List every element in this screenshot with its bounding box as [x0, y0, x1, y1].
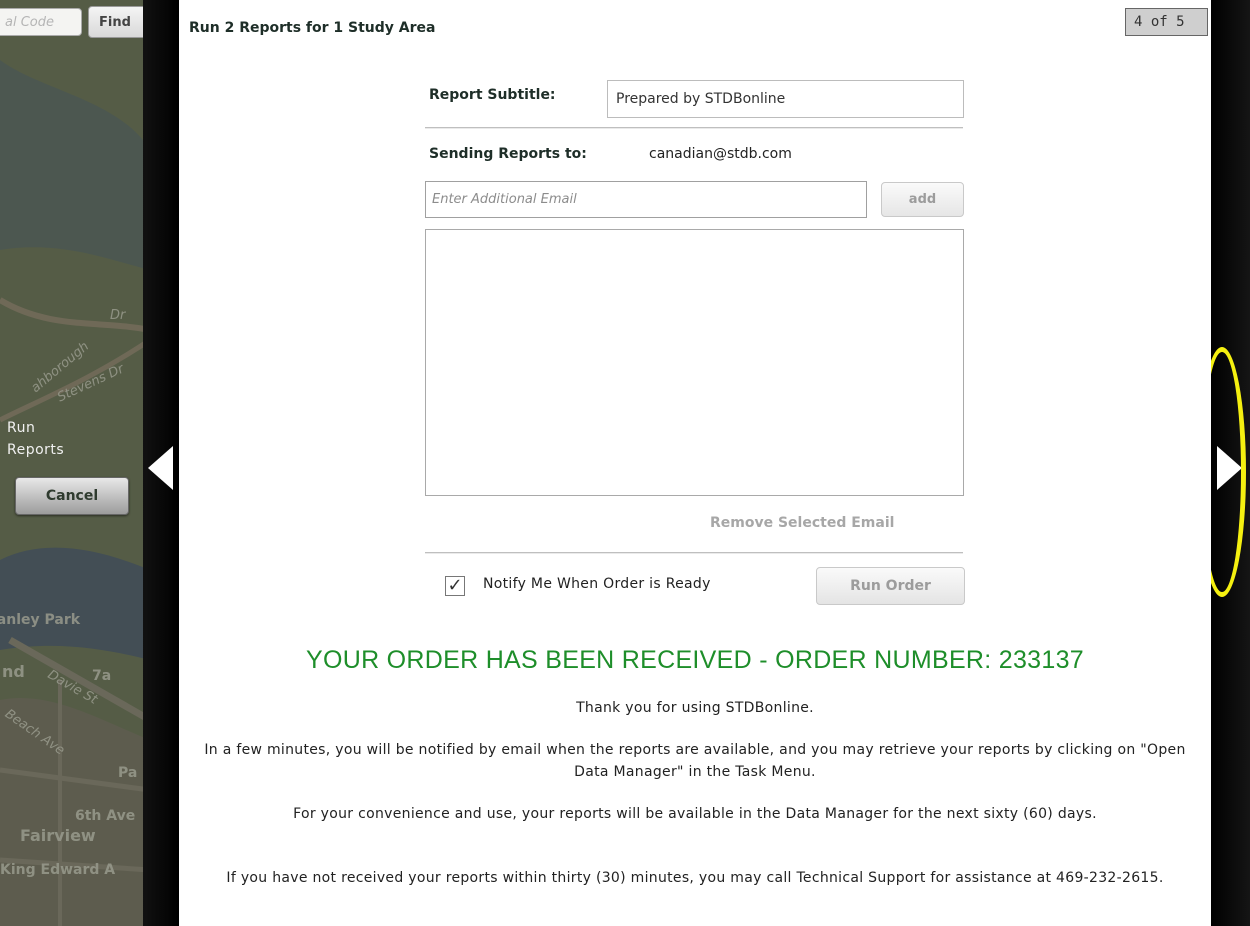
notification-text: In a few minutes, you will be notified b… [204, 742, 1186, 780]
run-reports-line: Run [7, 420, 36, 436]
remove-selected-email-button[interactable]: Remove Selected Email [710, 515, 894, 531]
run-reports-dialog: Run 2 Reports for 1 Study Area 4 of 5 Re… [179, 0, 1211, 926]
order-received-heading: YOUR ORDER HAS BEEN RECEIVED - ORDER NUM… [306, 646, 1084, 674]
report-subtitle-label: Report Subtitle: [429, 87, 556, 103]
triangle-left-icon[interactable] [148, 446, 173, 490]
run-order-button[interactable]: Run Order [816, 567, 965, 605]
dialog-title: Run 2 Reports for 1 Study Area [189, 20, 436, 36]
postal-code-input[interactable]: al Code [0, 8, 82, 36]
run-reports-label: Run Reports [7, 417, 64, 461]
find-button[interactable]: Find [88, 6, 150, 38]
report-subtitle-input[interactable]: Prepared by STDBonline [607, 80, 964, 118]
email-list[interactable] [425, 229, 964, 496]
availability-text: For your convenience and use, your repor… [293, 806, 1097, 822]
page-counter: 4 of 5 [1125, 8, 1208, 36]
thank-you-text: Thank you for using STDBonline. [576, 700, 814, 716]
cancel-button[interactable]: Cancel [15, 477, 129, 515]
sending-reports-label: Sending Reports to: [429, 146, 587, 162]
support-text: If you have not received your reports wi… [226, 870, 1164, 886]
notify-label: Notify Me When Order is Ready [483, 576, 711, 592]
run-reports-line: Reports [7, 442, 65, 458]
notify-checkbox[interactable]: ✓ [445, 576, 465, 596]
additional-email-input[interactable]: Enter Additional Email [425, 181, 867, 218]
add-email-button[interactable]: add [881, 182, 964, 217]
divider [425, 552, 963, 554]
divider [425, 127, 963, 129]
sending-email-value: canadian@stdb.com [649, 146, 792, 162]
